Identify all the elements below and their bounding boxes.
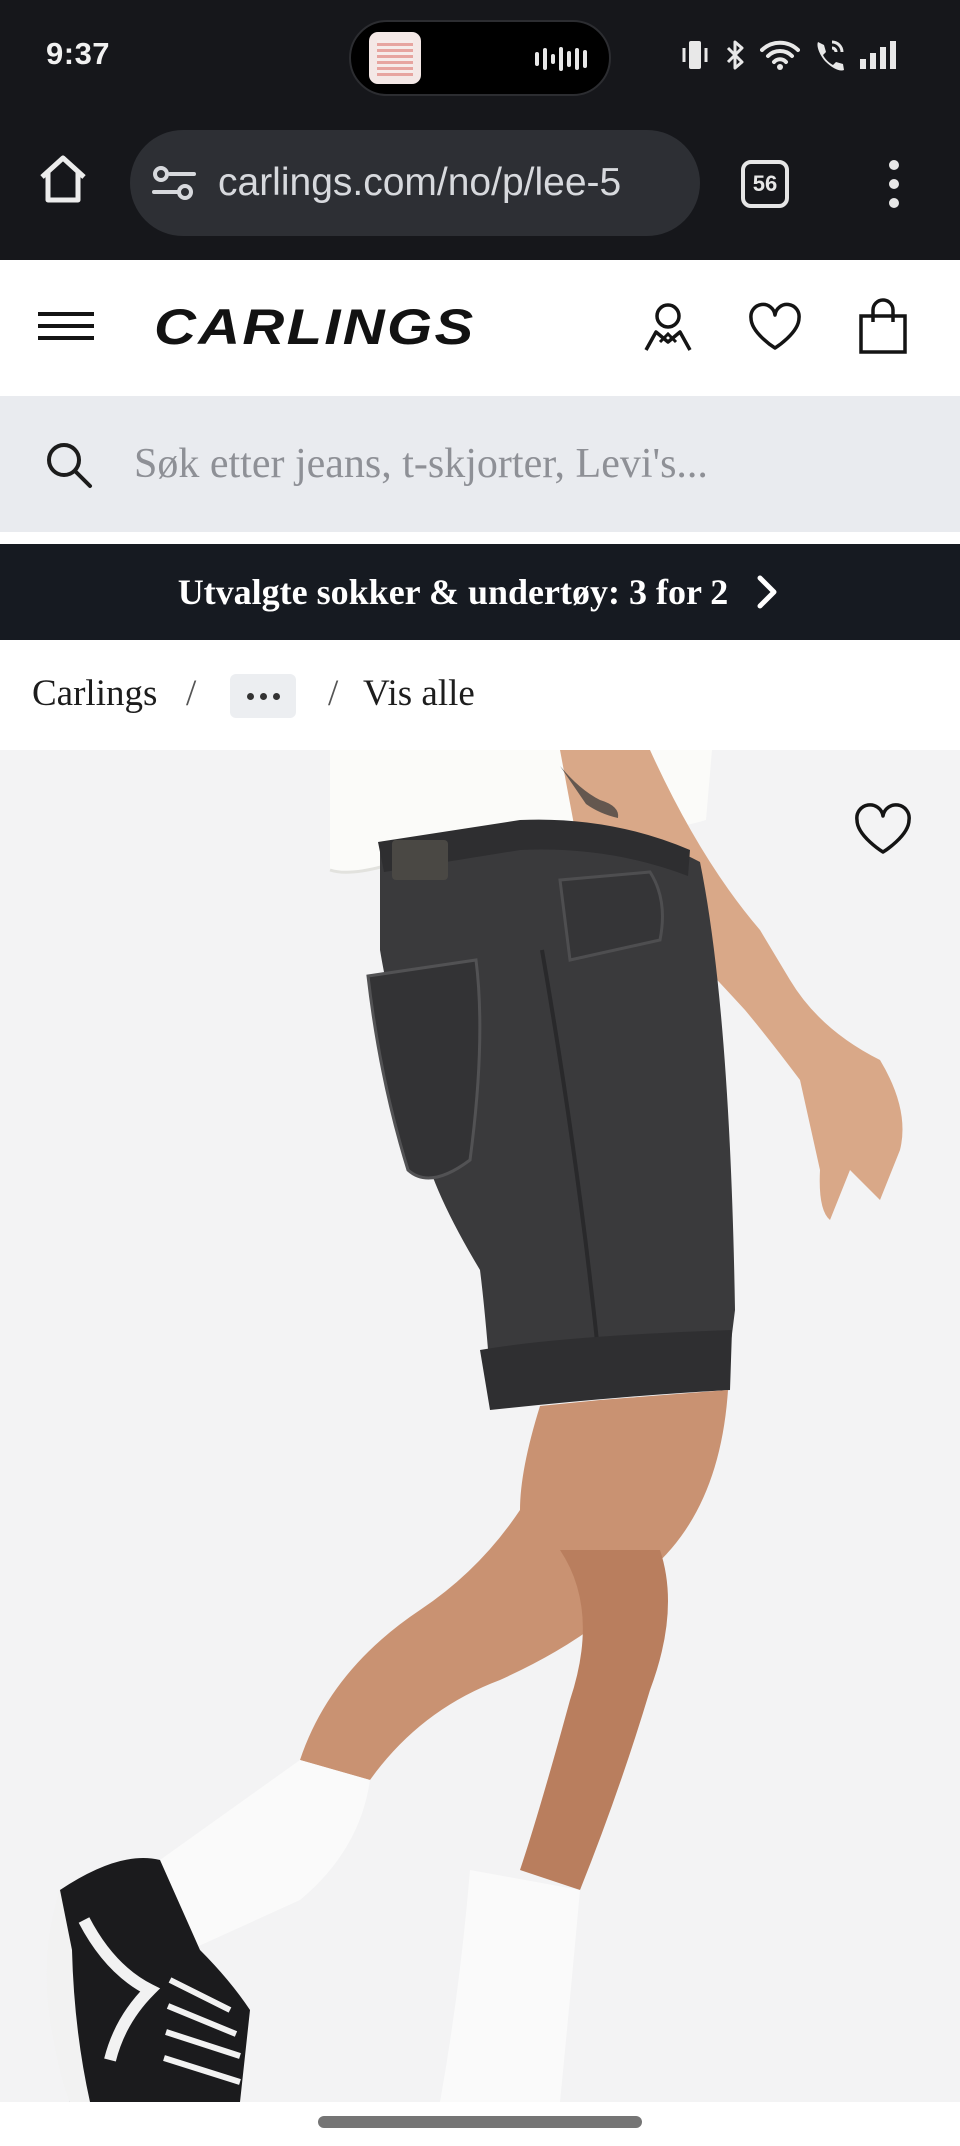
breadcrumb-item-carlings[interactable]: Carlings [32, 672, 157, 715]
dynamic-island[interactable] [349, 20, 611, 96]
add-to-wishlist-icon[interactable] [852, 802, 914, 858]
browser-chrome: 9:37 carlings.com/no/p/lee-5 56 [0, 0, 960, 260]
url-bar[interactable]: carlings.com/no/p/lee-5 [130, 130, 700, 236]
breadcrumb-item-vis-alle[interactable]: Vis alle [363, 672, 475, 715]
wifi-icon [760, 39, 800, 76]
vibrate-icon [680, 38, 710, 77]
breadcrumb: Carlings / / Vis alle [0, 640, 960, 750]
account-icon[interactable] [638, 298, 698, 358]
cart-icon[interactable] [854, 298, 914, 358]
wifi-calling-icon [812, 38, 846, 77]
status-icons [680, 38, 898, 77]
breadcrumb-separator: / [186, 673, 197, 714]
breadcrumb-more-button[interactable] [230, 674, 296, 718]
search-icon[interactable] [42, 438, 96, 492]
url-text[interactable]: carlings.com/no/p/lee-5 [218, 160, 688, 206]
chevron-right-icon [752, 572, 782, 612]
bluetooth-icon [722, 38, 748, 77]
wishlist-icon[interactable] [745, 298, 805, 358]
signal-icon [858, 39, 898, 76]
promo-text: Utvalgte sokker & undertøy: 3 for 2 [177, 572, 729, 612]
menu-icon[interactable] [38, 308, 98, 344]
product-photo-illustration [46, 750, 903, 2102]
site-logo[interactable]: CARLINGS [154, 298, 475, 356]
promo-banner[interactable]: Utvalgte sokker & undertøy: 3 for 2 [0, 544, 960, 640]
more-vert-icon[interactable] [876, 158, 912, 210]
system-navigation [0, 2102, 960, 2146]
status-time: 9:37 [46, 36, 111, 71]
audio-wave-icon [535, 46, 587, 72]
product-image[interactable] [0, 750, 960, 2102]
home-icon[interactable] [34, 150, 92, 208]
site-header: CARLINGS [0, 260, 960, 394]
media-thumbnail [369, 32, 421, 84]
tab-switcher-button[interactable]: 56 [741, 160, 789, 208]
search-input[interactable] [134, 432, 914, 496]
search-bar [0, 396, 960, 532]
breadcrumb-separator: / [328, 673, 339, 714]
gesture-handle[interactable] [318, 2116, 642, 2128]
site-settings-icon[interactable] [152, 163, 196, 203]
